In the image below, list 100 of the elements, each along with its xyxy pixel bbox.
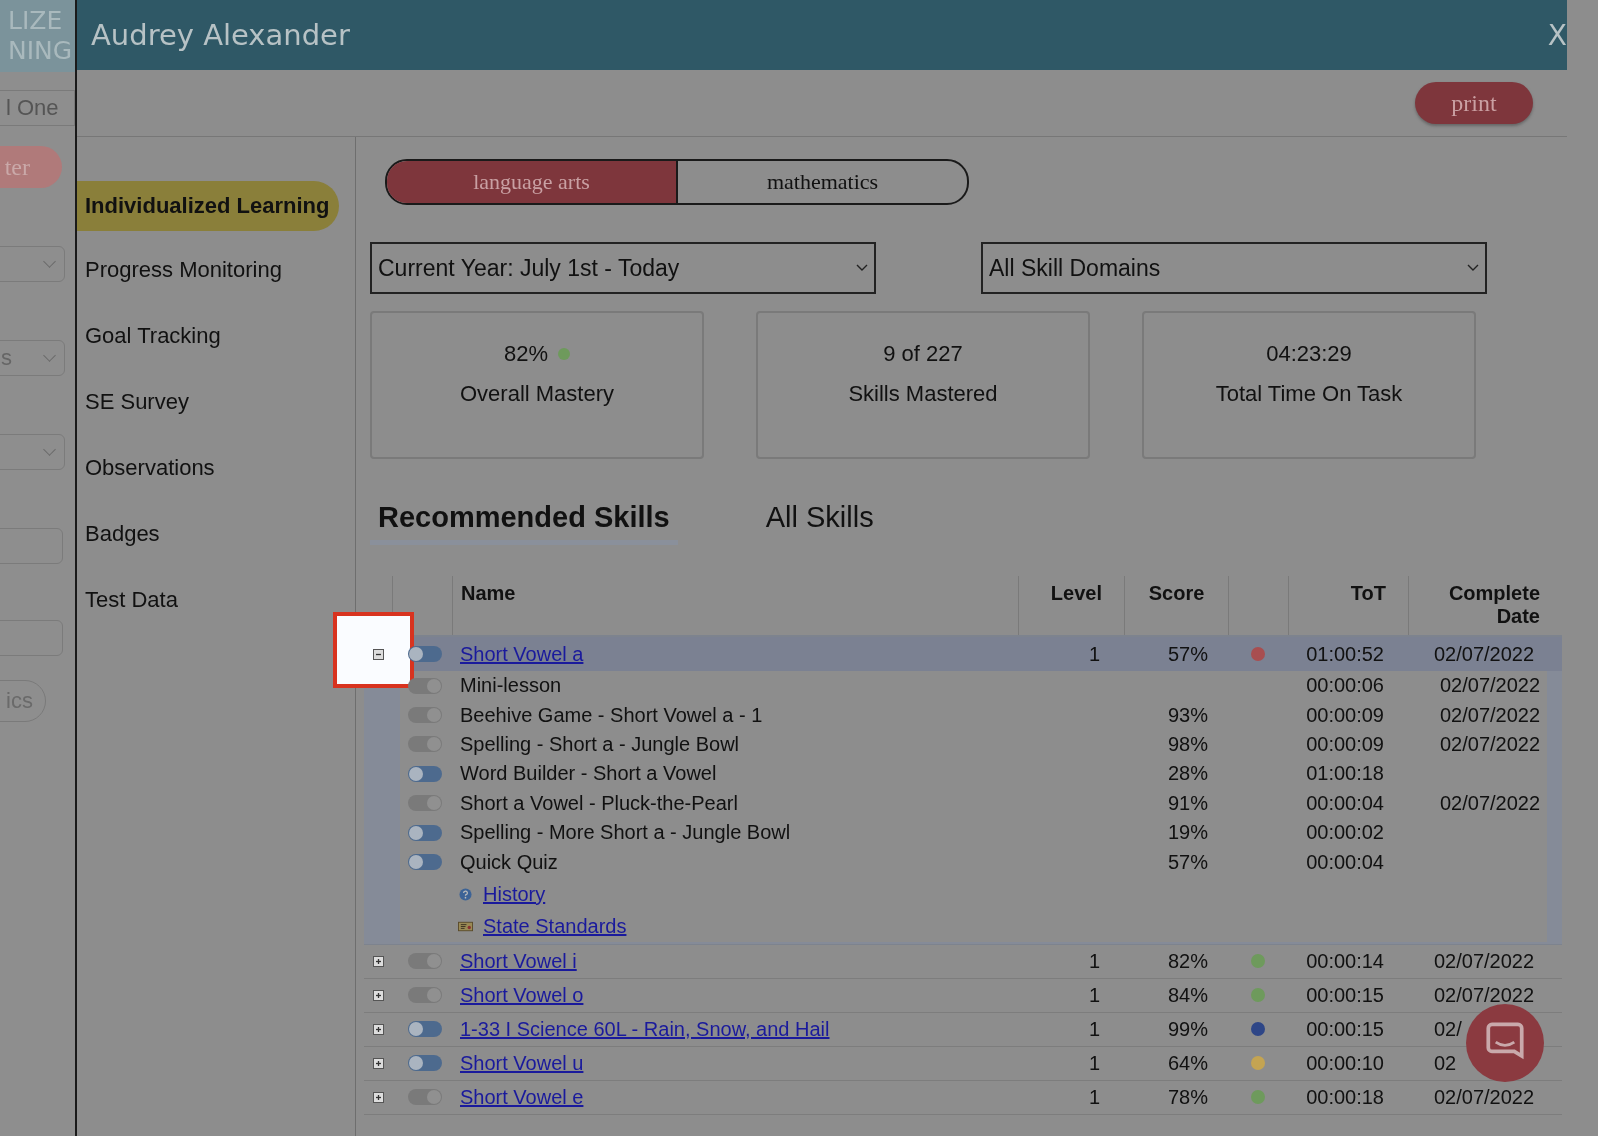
column-header: Score: [1148, 582, 1205, 605]
subject-tab[interactable]: mathematics: [676, 161, 967, 203]
date-cell: 02/07/2022: [1440, 791, 1541, 815]
time-cell: 00:00:18: [1306, 1085, 1384, 1109]
expand-icon[interactable]: [372, 1023, 384, 1035]
time-cell: 01:00:18: [1306, 762, 1384, 786]
date-cell: 02/07/2022: [1440, 703, 1541, 727]
time-cell: 00:00:15: [1306, 983, 1384, 1007]
sidebar-item[interactable]: Individualized Learning: [77, 181, 340, 231]
print-button[interactable]: print: [1415, 82, 1533, 124]
level-cell: 1: [1088, 1051, 1100, 1075]
score-cell: 57%: [1167, 850, 1208, 874]
score-cell: 78%: [1167, 1085, 1208, 1109]
activity-name: Quick Quiz: [460, 850, 558, 874]
sidebar-item[interactable]: Test Data: [77, 573, 188, 627]
skill-link[interactable]: Short Vowel u: [460, 1051, 584, 1075]
expand-icon[interactable]: [372, 1057, 384, 1069]
score-cell: 64%: [1167, 1051, 1208, 1075]
skill-link[interactable]: Short Vowel e: [460, 1085, 584, 1109]
time-cell: 01:00:52: [1306, 642, 1384, 666]
score-cell: 28%: [1167, 762, 1208, 786]
time-cell: 00:00:02: [1306, 821, 1384, 845]
skill-link[interactable]: 1-33 I Science 60L - Rain, Snow, and Hail: [460, 1017, 830, 1041]
score-cell: 91%: [1167, 791, 1208, 815]
toggle-switch[interactable]: [408, 824, 442, 841]
date-cell: 02: [1434, 1051, 1457, 1075]
activity-name: Spelling - Short a - Jungle Bowl: [460, 732, 740, 756]
skills-tab[interactable]: All Skills: [757, 501, 882, 545]
score-cell: 84%: [1167, 983, 1208, 1007]
select-field[interactable]: Current Year: July 1st - Today: [370, 242, 876, 294]
skill-link[interactable]: Short Vowel i: [460, 949, 577, 973]
date-cell: 02/07/2022: [1440, 674, 1541, 698]
help-icon: [458, 887, 473, 901]
certificate-icon: [458, 919, 473, 933]
toggle-switch[interactable]: [408, 677, 442, 694]
detail-link[interactable]: History: [483, 882, 546, 906]
score-cell: 93%: [1167, 703, 1208, 727]
detail-link[interactable]: State Standards: [483, 914, 627, 938]
toggle-switch[interactable]: [408, 1055, 442, 1072]
time-cell: 00:00:09: [1306, 732, 1384, 756]
score-cell: 98%: [1167, 732, 1208, 756]
select-field[interactable]: [0, 434, 65, 470]
date-cell: 02/07/2022: [1434, 983, 1535, 1007]
chat-icon[interactable]: [1466, 1004, 1544, 1082]
activity-name: Word Builder - Short a Vowel: [460, 762, 717, 786]
stat-label: Skills Mastered: [848, 381, 998, 407]
time-cell: 00:00:04: [1306, 791, 1384, 815]
column-header: Complete Date: [1447, 582, 1540, 628]
time-cell: 00:00:09: [1306, 703, 1384, 727]
score-cell: 19%: [1167, 821, 1208, 845]
subject-tab[interactable]: language arts: [387, 161, 676, 203]
sidebar-item[interactable]: Goal Tracking: [77, 309, 231, 363]
column-header: Name: [461, 582, 516, 605]
expand-icon[interactable]: [372, 1091, 384, 1103]
chevron-icon: [1467, 264, 1479, 272]
level-cell: 1: [1088, 983, 1100, 1007]
select-field[interactable]: All Skill Domains: [981, 242, 1487, 294]
score-cell: 82%: [1167, 949, 1208, 973]
stat-label: Overall Mastery: [459, 381, 614, 407]
activity-name: Beehive Game - Short Vowel a - 1: [460, 703, 763, 727]
sidebar-item[interactable]: Progress Monitoring: [77, 243, 292, 297]
date-cell: 02/07/2022: [1434, 949, 1535, 973]
expand-icon[interactable]: [372, 989, 384, 1001]
date-cell: 02/07/2022: [1440, 732, 1541, 756]
sidebar-item[interactable]: SE Survey: [77, 375, 199, 429]
window-title: Audrey Alexander: [91, 18, 350, 52]
activity-name: Spelling - More Short a - Jungle Bowl: [460, 821, 791, 845]
score-cell: 99%: [1167, 1017, 1208, 1041]
stat-label: Total Time On Task: [1215, 381, 1403, 407]
time-cell: 00:00:06: [1306, 674, 1384, 698]
date-cell: 02/07/2022: [1434, 642, 1535, 666]
time-cell: 00:00:04: [1306, 850, 1384, 874]
sidebar-item[interactable]: Badges: [77, 507, 170, 561]
skill-link[interactable]: Short Vowel a: [460, 642, 584, 666]
stat-value: 9 of 227: [883, 341, 963, 367]
toggle-switch[interactable]: [408, 1021, 442, 1038]
time-cell: 00:00:15: [1306, 1017, 1384, 1041]
expand-icon[interactable]: [372, 955, 384, 967]
collapse-icon[interactable]: [372, 648, 384, 660]
date-cell: 02/07/2022: [1434, 1085, 1535, 1109]
activity-name: Short a Vowel - Pluck-the-Pearl: [460, 791, 738, 815]
stat-value: 04:23:29: [1266, 341, 1352, 367]
level-cell: 1: [1088, 949, 1100, 973]
score-cell: 57%: [1167, 642, 1208, 666]
level-cell: 1: [1088, 642, 1100, 666]
skills-tab[interactable]: Recommended Skills: [370, 501, 678, 545]
sidebar-item[interactable]: Observations: [77, 441, 225, 495]
level-cell: 1: [1088, 1085, 1100, 1109]
select-field[interactable]: [0, 246, 65, 282]
toggle-switch[interactable]: [408, 765, 442, 782]
skill-link[interactable]: Short Vowel o: [460, 983, 584, 1007]
column-header: Level: [1050, 582, 1102, 605]
chevron-icon: [856, 264, 868, 272]
time-cell: 00:00:14: [1306, 949, 1384, 973]
close-button[interactable]: X: [1547, 18, 1567, 52]
toggle-switch[interactable]: [408, 854, 442, 871]
toggle-switch[interactable]: [408, 646, 442, 662]
stat-value: 82%: [503, 341, 548, 367]
date-cell: 02/: [1434, 1017, 1462, 1041]
column-header: ToT: [1350, 582, 1386, 605]
